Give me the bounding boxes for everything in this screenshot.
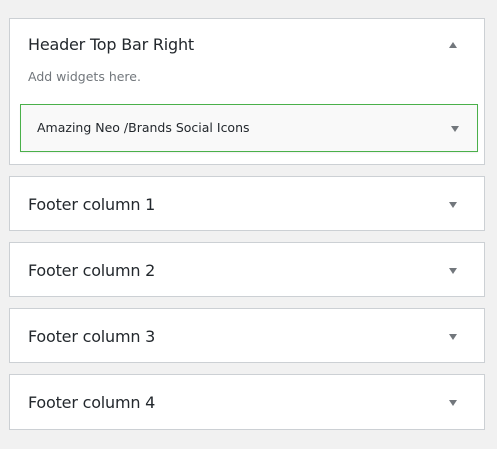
widget-social-icons[interactable]: Amazing Neo /Brands Social Icons — [20, 104, 478, 152]
sidebar-title[interactable]: Footer column 3 — [28, 327, 155, 346]
sidebar-title[interactable]: Footer column 4 — [28, 393, 155, 412]
sidebar-footer-column-4[interactable]: Footer column 4 — [9, 374, 485, 430]
expand-arrow-icon[interactable] — [449, 202, 457, 208]
expand-arrow-icon[interactable] — [449, 268, 457, 274]
collapse-arrow-icon[interactable] — [449, 42, 457, 48]
expand-arrow-icon[interactable] — [449, 334, 457, 340]
sidebar-title[interactable]: Footer column 2 — [28, 261, 155, 280]
sidebar-title[interactable]: Footer column 1 — [28, 195, 155, 214]
sidebar-footer-column-3[interactable]: Footer column 3 — [9, 308, 485, 363]
expand-arrow-icon[interactable] — [449, 400, 457, 406]
sidebar-footer-column-2[interactable]: Footer column 2 — [9, 242, 485, 297]
sidebar-description: Add widgets here. — [28, 69, 141, 84]
expand-arrow-icon[interactable] — [451, 126, 459, 132]
sidebar-footer-column-1[interactable]: Footer column 1 — [9, 176, 485, 231]
sidebar-title[interactable]: Header Top Bar Right — [28, 35, 194, 54]
sidebar-header-top-bar-right: Header Top Bar Right Add widgets here. A… — [9, 18, 485, 165]
widget-title[interactable]: Amazing Neo /Brands Social Icons — [37, 120, 250, 135]
